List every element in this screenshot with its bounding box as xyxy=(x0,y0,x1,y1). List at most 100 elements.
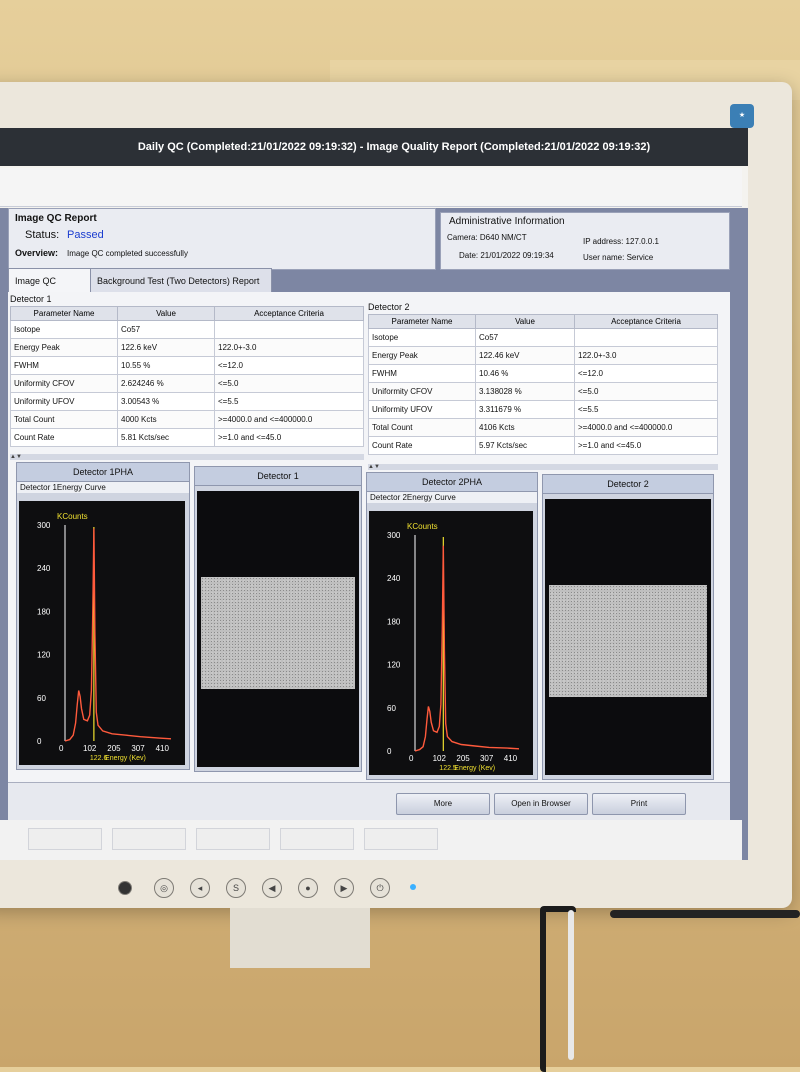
detector2-pha-panel: Detector 2PHA Detector 2Energy Curve KCo… xyxy=(366,472,538,780)
tab-image-qc-report[interactable]: Image QC Report xyxy=(8,268,92,310)
table-row: Isotope Co57 xyxy=(10,320,364,339)
action-button-bar: More Open in Browser Print xyxy=(8,782,730,821)
column-header: Value xyxy=(117,306,215,321)
open-in-browser-button[interactable]: Open in Browser xyxy=(494,793,588,815)
print-button[interactable]: Print xyxy=(592,793,686,815)
table-cell: 122.6 keV xyxy=(117,338,215,357)
table-cell xyxy=(214,320,364,339)
table-cell xyxy=(574,328,718,347)
table-cell: >=1.0 and <=45.0 xyxy=(574,436,718,455)
y-tick-label: 300 xyxy=(387,531,401,540)
table-cell: 2.624246 % xyxy=(117,374,215,393)
admin-heading: Administrative Information xyxy=(449,216,565,227)
volume-icon[interactable]: ◂ xyxy=(190,878,210,898)
monitor-screen: Daily QC (Completed:21/01/2022 09:19:32)… xyxy=(0,128,748,860)
x-axis-label: Energy (Kev) xyxy=(454,765,495,772)
y-axis-label: KCounts xyxy=(407,522,438,531)
table-cell: Isotope xyxy=(368,328,476,347)
energy-curve-line xyxy=(64,528,172,742)
window-title: Daily QC (Completed:21/01/2022 09:19:32)… xyxy=(137,141,651,153)
table-cell: <=5.0 xyxy=(574,382,718,401)
y-tick-label: 60 xyxy=(37,694,46,703)
detector2-image-viewport[interactable] xyxy=(545,499,711,775)
table-cell: 4000 Kcts xyxy=(117,410,215,429)
table-row: Count Rate 5.81 Kcts/sec >=1.0 and <=45.0 xyxy=(10,428,364,447)
column-header: Parameter Name xyxy=(10,306,118,321)
detector1-label: Detector 1 xyxy=(10,294,52,304)
table-cell: <=12.0 xyxy=(574,364,718,383)
table-cell: Energy Peak xyxy=(368,346,476,365)
table-cell: Energy Peak xyxy=(10,338,118,357)
overview-value: Image QC completed successfully xyxy=(67,249,188,258)
detector1-image-viewport[interactable] xyxy=(197,491,359,767)
toolbar-area xyxy=(0,168,742,207)
monitor-stand xyxy=(230,908,370,968)
y-tick-label: 180 xyxy=(387,617,401,626)
table-splitter[interactable]: ▲▼ xyxy=(368,464,718,470)
x-tick-label: 307 xyxy=(131,744,145,753)
table-cell: <=12.0 xyxy=(214,356,364,375)
y-tick-label: 120 xyxy=(387,661,401,670)
power-icon[interactable]: ⏻ xyxy=(370,878,390,898)
disabled-button xyxy=(112,828,186,850)
right-arrow-icon[interactable]: ▶ xyxy=(334,878,354,898)
detector2-image-header: Detector 2 xyxy=(543,475,713,494)
table-row: Total Count 4106 Kcts >=4000.0 and <=40000… xyxy=(368,418,718,437)
energy-curve-line xyxy=(414,545,520,752)
column-header: Acceptance Criteria xyxy=(214,306,364,321)
power-led-icon xyxy=(118,881,132,895)
tab-background-test[interactable]: Background Test (Two Detectors) Report xyxy=(90,268,272,293)
cable xyxy=(610,910,800,918)
y-tick-label: 0 xyxy=(37,737,42,746)
admin-info-panel: Administrative Information Camera: D640 … xyxy=(440,212,730,270)
table-row: Isotope Co57 xyxy=(368,328,718,347)
menu-icon[interactable]: ● xyxy=(298,878,318,898)
table-cell: Uniformity UFOV xyxy=(368,400,476,419)
detector2-curve-title: Detector 2Energy Curve xyxy=(367,492,537,503)
auto-icon[interactable]: ◎ xyxy=(154,878,174,898)
column-header: Parameter Name xyxy=(368,314,476,329)
x-axis-label: Energy (Kev) xyxy=(105,755,146,762)
detector2-flood-image xyxy=(549,585,707,697)
column-header: Value xyxy=(475,314,575,329)
table-cell: FWHM xyxy=(368,364,476,383)
table-cell: Count Rate xyxy=(10,428,118,447)
table-row: Total Count 4000 Kcts >=4000.0 and <=40000… xyxy=(10,410,364,429)
table-cell: <=5.5 xyxy=(574,400,718,419)
table-cell: 10.55 % xyxy=(117,356,215,375)
detector2-label: Detector 2 xyxy=(368,302,410,312)
report-area: Detector 1 Parameter Name Value Acceptan… xyxy=(8,292,730,860)
column-header: Acceptance Criteria xyxy=(574,314,718,329)
table-cell: 122.46 keV xyxy=(475,346,575,365)
x-tick-label: 205 xyxy=(107,744,121,753)
source-icon[interactable]: S xyxy=(226,878,246,898)
table-cell: Count Rate xyxy=(368,436,476,455)
overview-label: Overview: xyxy=(15,248,59,258)
table-row: Uniformity CFOV 2.624246 % <=5.0 xyxy=(10,374,364,393)
y-axis-label: KCounts xyxy=(57,512,88,521)
table-cell: 4106 Kcts xyxy=(475,418,575,437)
y-tick-label: 180 xyxy=(37,607,51,616)
table-row: Uniformity UFOV 3.00543 % <=5.5 xyxy=(10,392,364,411)
more-button[interactable]: More xyxy=(396,793,490,815)
table-splitter[interactable]: ▲▼ xyxy=(10,454,364,460)
y-tick-label: 120 xyxy=(37,651,51,660)
table-row: FWHM 10.46 % <=12.0 xyxy=(368,364,718,383)
detector1-image-header: Detector 1 xyxy=(195,467,361,486)
table-cell: >=1.0 and <=45.0 xyxy=(214,428,364,447)
detector1-curve-title: Detector 1Energy Curve xyxy=(17,482,189,493)
table-cell: <=5.0 xyxy=(214,374,364,393)
x-tick-label: 102 xyxy=(433,754,447,763)
detector2-parameter-table: Parameter Name Value Acceptance Criteria… xyxy=(368,314,718,455)
detector1-flood-image xyxy=(201,577,355,689)
table-row: Count Rate 5.97 Kcts/sec >=1.0 and <=45.0 xyxy=(368,436,718,455)
y-tick-label: 60 xyxy=(387,704,396,713)
table-cell: 3.00543 % xyxy=(117,392,215,411)
table-cell: >=4000.0 and <=400000.0 xyxy=(574,418,718,437)
x-tick-label: 410 xyxy=(504,754,518,763)
disabled-button-bar xyxy=(0,820,742,860)
left-arrow-icon[interactable]: ◀ xyxy=(262,878,282,898)
y-tick-label: 0 xyxy=(387,747,392,756)
admin-user: User name: Service xyxy=(583,253,654,262)
table-cell: 5.97 Kcts/sec xyxy=(475,436,575,455)
